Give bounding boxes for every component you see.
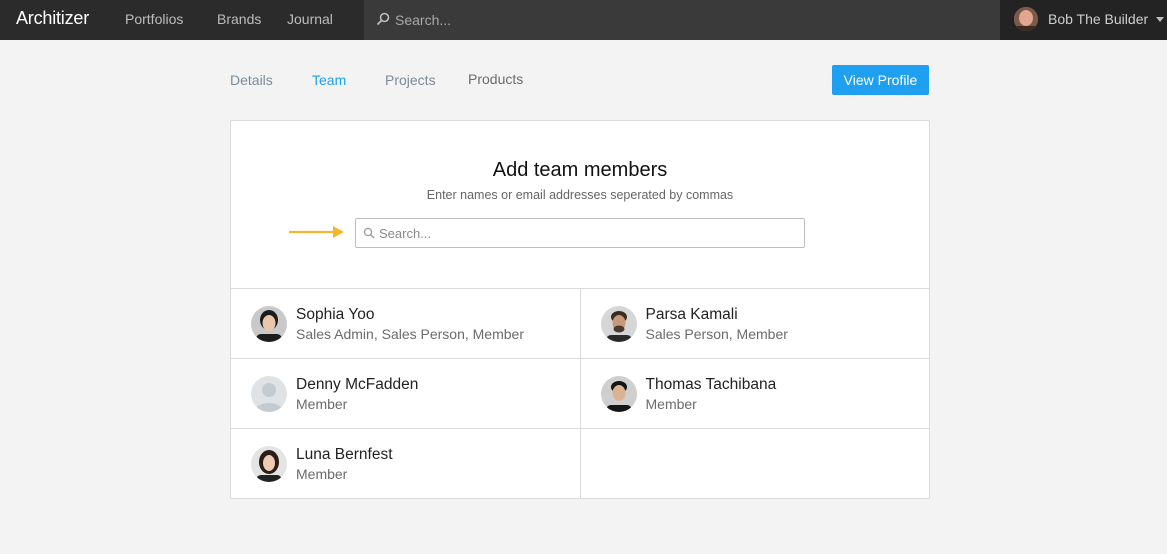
card-subtitle: Enter names or email addresses seperated… — [426, 188, 734, 202]
avatar — [251, 306, 287, 342]
member-role: Member — [296, 466, 348, 482]
member-role: Sales Admin, Sales Person, Member — [296, 326, 524, 342]
card-title: Add team members — [492, 159, 668, 181]
tab-details[interactable]: Details — [230, 72, 273, 88]
view-profile-button[interactable]: View Profile — [832, 65, 929, 95]
member-card[interactable]: Parsa Kamali Sales Person, Member — [581, 289, 930, 358]
arrow-right-icon — [289, 226, 344, 238]
members-row: Sophia Yoo Sales Admin, Sales Person, Me… — [231, 289, 929, 359]
architizer-logo[interactable]: Architizer — [16, 8, 89, 29]
empty-cell — [581, 429, 930, 498]
top-navigation-bar: Architizer Portfolios Brands Journal Sea… — [0, 0, 1167, 40]
search-icon — [376, 12, 390, 26]
members-row: Denny McFadden Member Thomas Tachibana M… — [231, 359, 929, 429]
member-role: Sales Person, Member — [645, 326, 788, 342]
nav-link-brands[interactable]: Brands — [217, 11, 261, 27]
user-name: Bob The Builder — [1048, 11, 1149, 27]
nav-link-journal[interactable]: Journal — [287, 11, 333, 27]
member-name: Sophia Yoo — [296, 306, 375, 323]
team-card: Add team members Enter names or email ad… — [230, 120, 930, 499]
search-icon — [363, 227, 375, 239]
member-search-input[interactable] — [379, 222, 789, 244]
tab-team[interactable]: Team — [312, 72, 346, 88]
member-role: Member — [645, 396, 697, 412]
member-card[interactable]: Luna Bernfest Member — [231, 429, 581, 498]
avatar — [600, 376, 637, 412]
avatar — [251, 446, 287, 482]
member-name: Denny McFadden — [296, 376, 419, 393]
member-name: Thomas Tachibana — [645, 376, 777, 393]
user-menu[interactable]: Bob The Builder — [1000, 0, 1167, 40]
chevron-down-icon — [1156, 17, 1164, 22]
members-row: Luna Bernfest Member — [231, 429, 929, 498]
global-search-placeholder: Search... — [395, 12, 452, 28]
global-search-bar[interactable]: Search... — [364, 0, 1000, 40]
member-search-field[interactable] — [355, 218, 805, 248]
member-card[interactable]: Thomas Tachibana Member — [581, 359, 930, 428]
member-card[interactable]: Denny McFadden Member — [231, 359, 581, 428]
nav-link-portfolios[interactable]: Portfolios — [125, 11, 183, 27]
members-grid: Sophia Yoo Sales Admin, Sales Person, Me… — [231, 288, 929, 498]
member-card[interactable]: Sophia Yoo Sales Admin, Sales Person, Me… — [231, 289, 581, 358]
user-avatar — [1014, 7, 1038, 31]
tab-projects[interactable]: Projects — [385, 72, 436, 88]
tab-products[interactable]: Products — [468, 71, 523, 87]
avatar — [600, 306, 637, 342]
member-name: Luna Bernfest — [296, 446, 393, 463]
member-name: Parsa Kamali — [645, 306, 738, 323]
avatar — [251, 376, 287, 412]
member-role: Member — [296, 396, 348, 412]
